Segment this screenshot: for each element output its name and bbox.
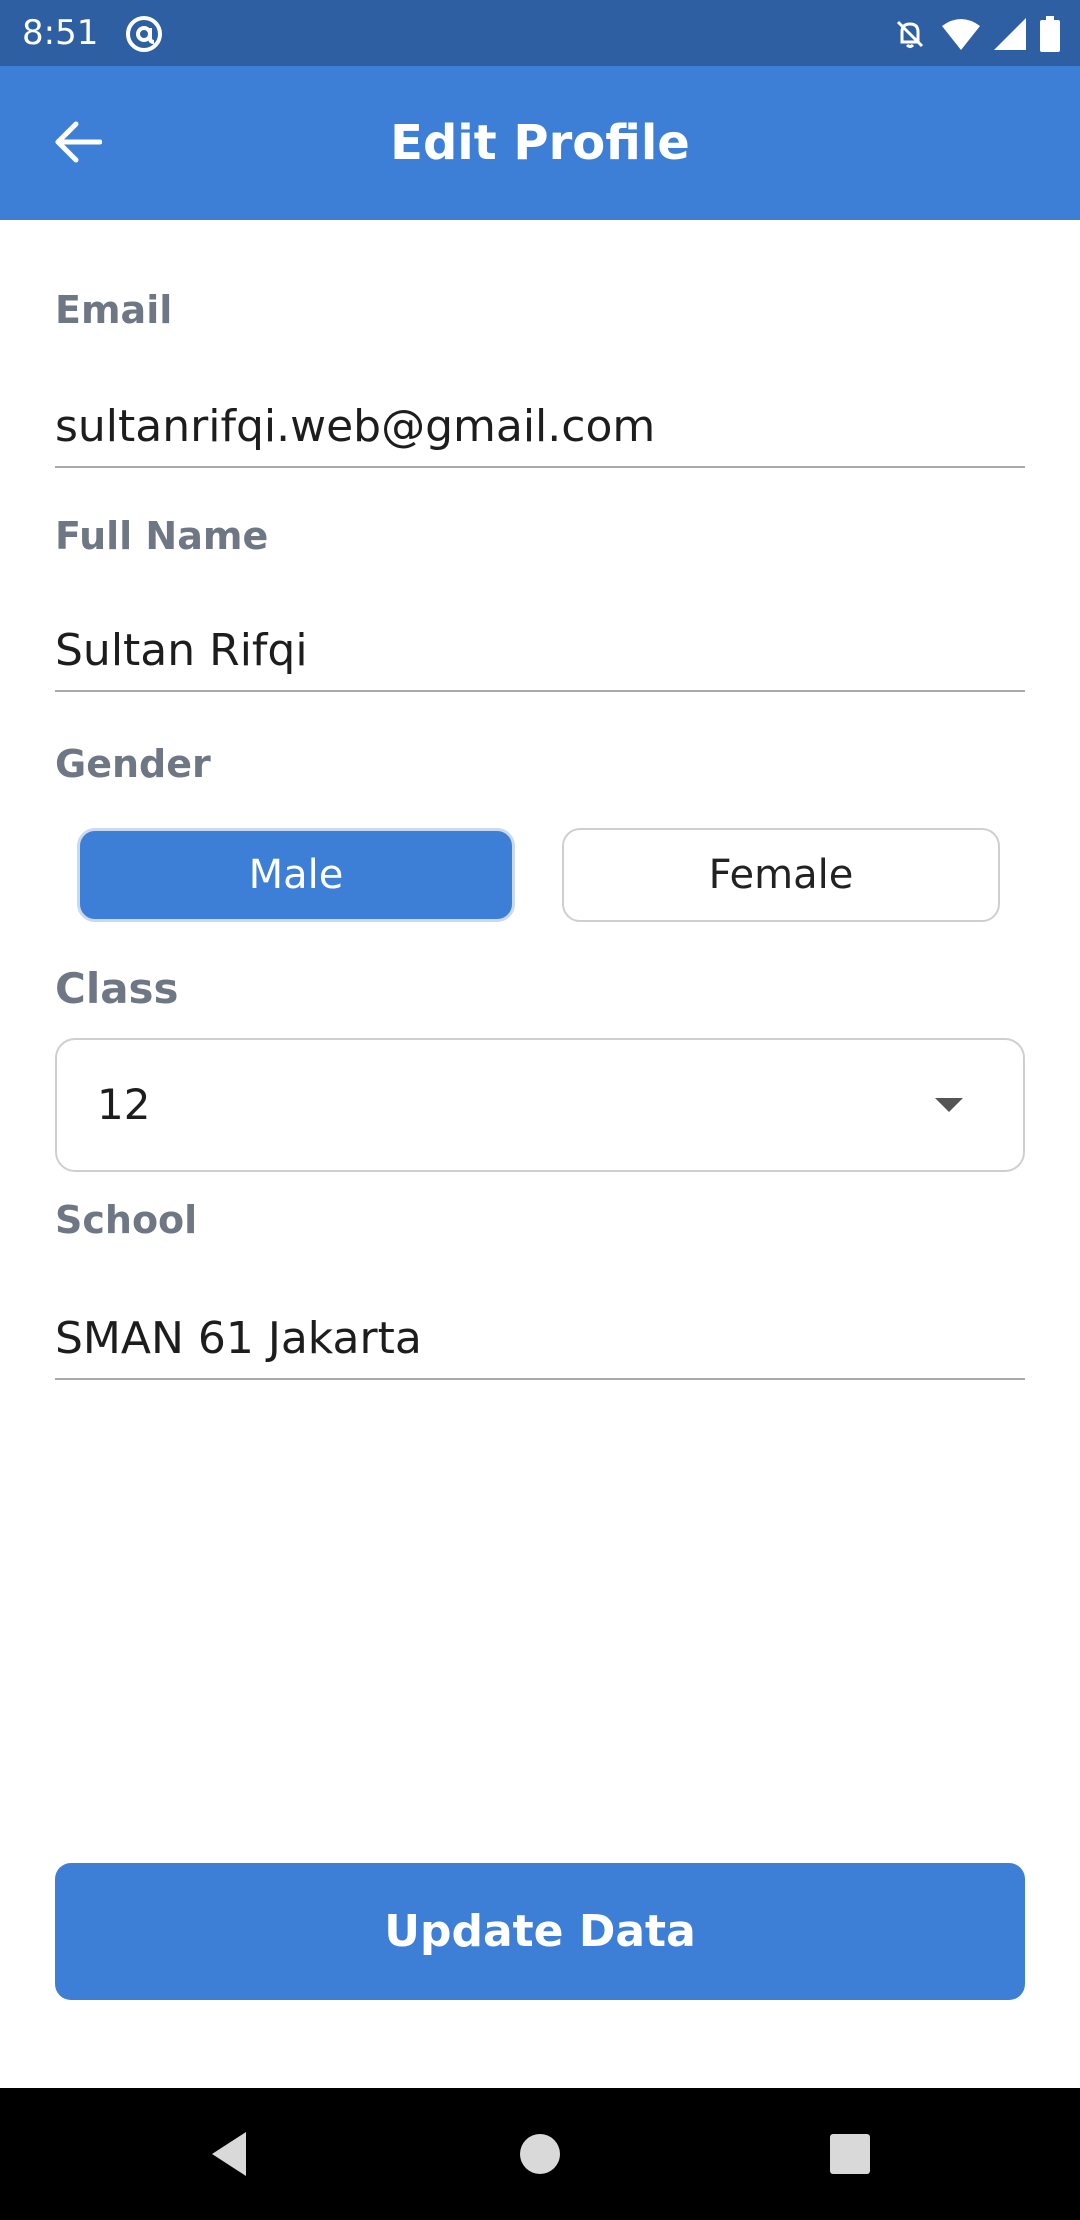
gender-label: Gender	[55, 742, 211, 786]
status-bar: 8:51	[0, 0, 1080, 66]
status-icons	[892, 14, 1060, 54]
school-label: School	[55, 1198, 198, 1242]
gender-toggle-group: Male Female	[55, 828, 1025, 924]
battery-icon	[1040, 16, 1060, 52]
home-circle-icon[interactable]	[510, 2124, 570, 2184]
class-dropdown[interactable]: 12	[55, 1038, 1025, 1172]
chevron-down-icon	[931, 1092, 967, 1116]
update-data-button[interactable]: Update Data	[55, 1863, 1025, 2000]
full-name-label: Full Name	[55, 514, 269, 558]
page-title: Edit Profile	[390, 115, 690, 171]
class-selected-value: 12	[97, 1080, 151, 1129]
status-time: 8:51	[22, 13, 99, 53]
class-label: Class	[55, 964, 179, 1013]
email-field[interactable]	[55, 386, 1025, 468]
email-label: Email	[55, 288, 173, 332]
app-bar: Edit Profile	[0, 66, 1080, 220]
gender-male-button[interactable]: Male	[77, 828, 515, 922]
at-sign-icon	[124, 14, 164, 54]
system-nav-bar	[0, 2088, 1080, 2220]
recents-square-icon[interactable]	[820, 2124, 880, 2184]
gender-female-button[interactable]: Female	[562, 828, 1000, 922]
full-name-field[interactable]	[55, 610, 1025, 692]
notifications-off-icon	[892, 16, 928, 52]
wifi-icon	[942, 18, 980, 50]
back-triangle-icon[interactable]	[202, 2124, 262, 2184]
school-field[interactable]	[55, 1298, 1025, 1380]
signal-icon	[994, 18, 1026, 50]
